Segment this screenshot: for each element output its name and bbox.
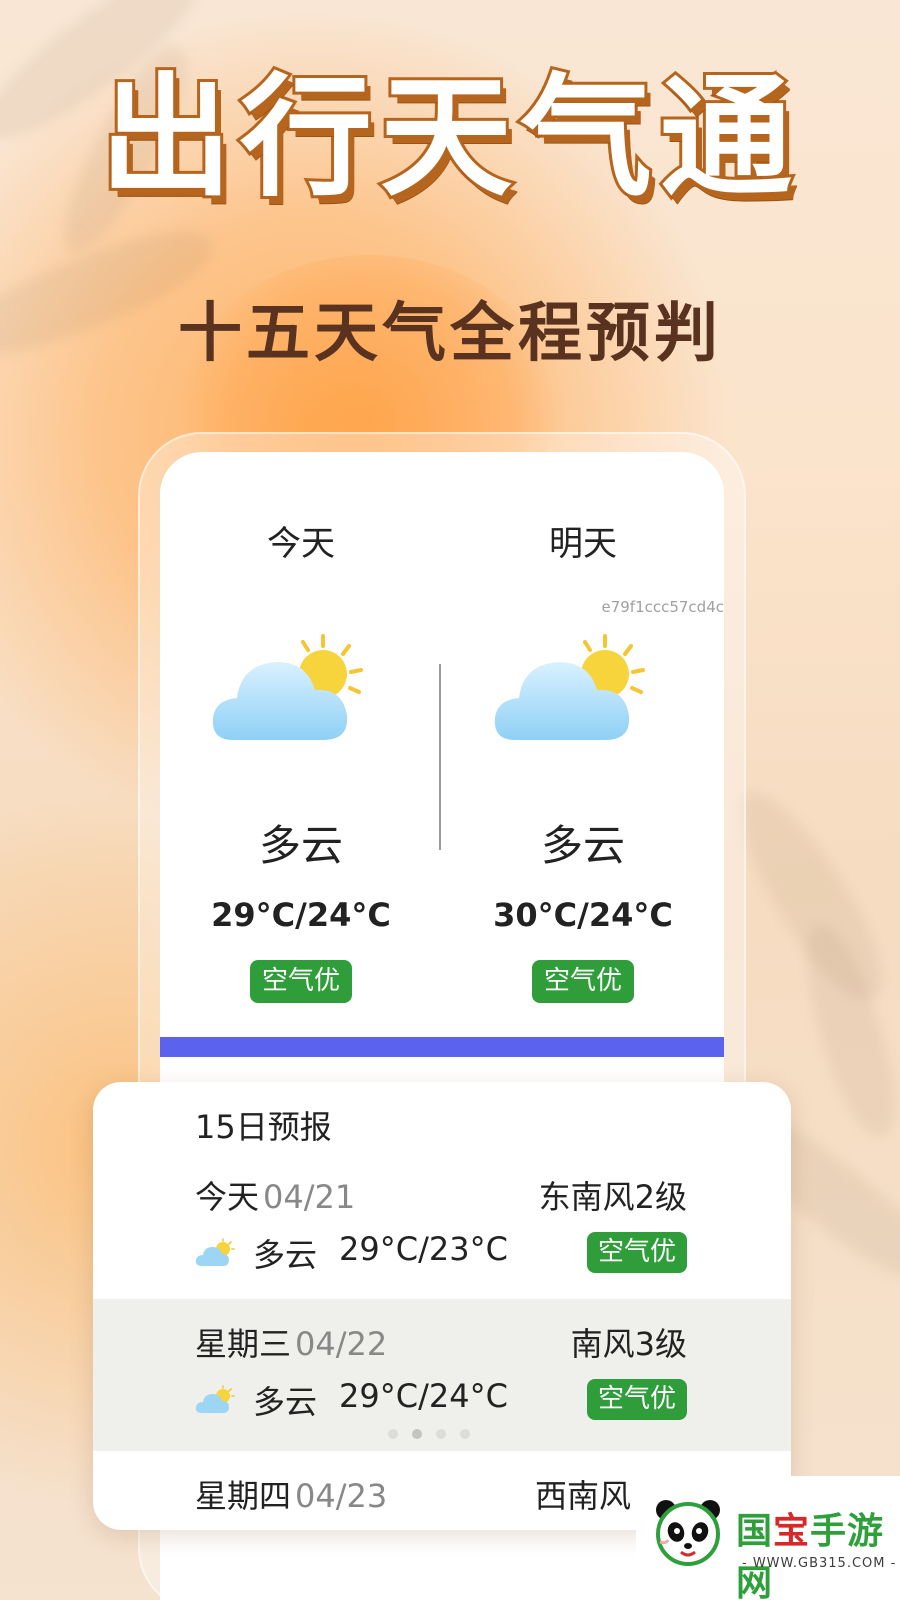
tomorrow-column[interactable]: 明天 多云 30°C/24°C 空气优 [442,452,724,1052]
page-dot[interactable] [460,1429,470,1439]
wind-text: 南风3级 [570,1325,687,1363]
partly-cloudy-icon [494,634,645,740]
column-divider [439,664,441,850]
air-quality-badge: 空气优 [586,1232,687,1274]
hero-title: 出行天气通 [97,61,800,215]
forecast-condition: 多云 [253,1236,318,1274]
partly-cloudy-icon [212,634,363,740]
forecast-temp: 29°C/24°C [339,1377,508,1415]
forecast-row[interactable]: 今天 04/21 东南风2级 多云 29°C/23°C 空气优 [93,1152,791,1304]
partly-cloudy-icon [195,1238,235,1266]
forecast-date: 今天 04/21 [195,1172,355,1218]
leaf-shadow [792,915,900,1145]
accent-bar [160,1037,724,1057]
temperature-range: 30°C/24°C [493,896,673,934]
brand-red: 宝 [773,1511,811,1552]
forecast-mmdd: 04/21 [263,1178,356,1216]
forecast-condition: 多云 [253,1383,318,1421]
air-quality-badge: 空气优 [586,1379,687,1421]
forecast-day: 今天 [195,1178,260,1216]
forecast-temp: 29°C/23°C [339,1230,508,1268]
condition-text: 多云 [540,821,625,870]
condition-text: 多云 [258,821,343,870]
temperature-range: 29°C/24°C [211,896,391,934]
page-dot-active[interactable] [412,1429,422,1439]
wind-text: 东南风2级 [538,1178,687,1216]
page-indicator [388,1429,470,1439]
hero-subtitle: 十五天气全程预判 [178,297,722,371]
forecast-row[interactable]: 星期三 04/22 南风3级 多云 29°C/24°C 空气优 [93,1299,791,1451]
watermark-brand: 国宝手游网 [736,1502,900,1600]
promo-page: 出行天气通 十五天气全程预判 e79f1ccc57cd4c 今天 多云 29°C… [0,0,900,1600]
forecast-day: 星期四 [195,1477,292,1515]
watermark-url: - WWW.GB315.COM - [742,1556,897,1571]
day-label: 明天 [549,524,617,564]
watermark-logo: 国宝手游网 - WWW.GB315.COM - [636,1476,900,1600]
brand-prefix: 国 [736,1511,774,1552]
today-column[interactable]: 今天 多云 29°C/24°C 空气优 [160,452,442,1052]
forecast-date: 星期四 04/23 [195,1471,387,1517]
air-quality-badge: 空气优 [531,960,635,1004]
forecast-mmdd: 04/22 [295,1325,388,1363]
day-label: 今天 [267,524,335,564]
forecast-day: 星期三 [195,1325,292,1363]
page-dot[interactable] [388,1429,398,1439]
page-dot[interactable] [436,1429,446,1439]
wind-text: 西南风 [534,1477,631,1515]
forecast-title: 15日预报 [195,1108,332,1146]
forecast-mmdd: 04/23 [295,1477,388,1515]
panda-icon [656,1500,720,1566]
air-quality-badge: 空气优 [249,960,353,1004]
forecast-date: 星期三 04/22 [195,1319,387,1365]
partly-cloudy-icon [195,1385,235,1413]
forecast-card: 15日预报 今天 04/21 东南风2级 多云 29°C/23°C 空气优 星期三… [93,1082,791,1530]
